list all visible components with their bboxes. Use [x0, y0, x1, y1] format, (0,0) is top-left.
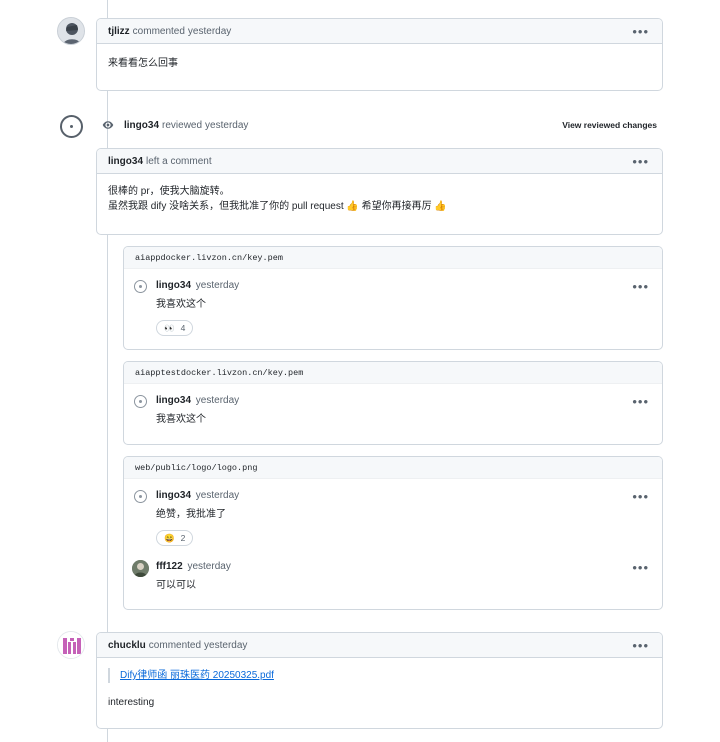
review-time[interactable]: yesterday [205, 120, 248, 131]
thread-comment-author[interactable]: lingo34 [156, 490, 191, 501]
view-reviewed-changes-button[interactable]: View reviewed changes [562, 120, 657, 130]
comment-time[interactable]: yesterday [188, 26, 231, 37]
review-comment-line: 虽然我跟 dify 没啥关系，但我批准了你的 pull request 👍 希望… [108, 201, 447, 212]
kebab-horizontal-icon[interactable]: ••• [632, 25, 649, 38]
comment-dot-icon [134, 395, 147, 408]
avatar-tjlizz[interactable] [57, 17, 85, 45]
comment-body: 来看看怎么回事 [108, 58, 178, 69]
avatar-chucklu[interactable] [57, 631, 85, 659]
kebab-horizontal-icon[interactable]: ••• [632, 395, 649, 408]
review-thread-comment: fff122 yesterday 可以可以 ••• [124, 552, 662, 599]
review-thread-comment: lingo34 yesterday 绝赞，我批准了 😄 2 ••• [124, 479, 662, 552]
reaction-button[interactable]: 😄 2 [156, 530, 194, 546]
comment-time[interactable]: yesterday [204, 640, 247, 651]
review-event-row: lingo34 reviewed yesterday View reviewed… [101, 116, 663, 134]
file-path[interactable]: aiappdocker.livzon.cn/key.pem [124, 247, 662, 269]
timeline-line [107, 0, 108, 742]
reaction-count: 4 [180, 323, 186, 333]
reaction-emoji: 😄 [164, 532, 175, 543]
file-path[interactable]: aiapptestdocker.livzon.cn/key.pem [124, 362, 662, 384]
thread-comment-text: 我喜欢这个 [156, 299, 206, 310]
comment-body: Dify律师函 丽珠医药 20250325.pdf interesting [97, 658, 662, 722]
eye-icon [102, 119, 114, 131]
avatar-fff122[interactable] [132, 560, 149, 577]
thread-comment-text: 可以可以 [156, 580, 196, 591]
kebab-horizontal-icon[interactable]: ••• [632, 280, 649, 293]
comment-dot-icon [134, 280, 147, 293]
review-comment-action: left a comment [146, 155, 212, 167]
review-thread-comment: lingo34 yesterday 我喜欢这个 👀 4 ••• [124, 269, 662, 342]
comment-action: commented [132, 25, 185, 37]
review-thread-comment: lingo34 yesterday 我喜欢这个 ••• [124, 384, 662, 433]
reaction-emoji: 👀 [164, 322, 175, 333]
kebab-horizontal-icon[interactable]: ••• [632, 639, 649, 652]
reaction-count: 2 [180, 533, 186, 543]
comment-text: interesting [108, 697, 155, 708]
review-thread: aiapptestdocker.livzon.cn/key.pem lingo3… [123, 361, 663, 445]
comment-card-tjlizz: tjlizz commented yesterday ••• 来看看怎么回事 [96, 18, 663, 91]
review-comment-line: 很棒的 pr，使我大脑旋转。 [108, 186, 230, 197]
thread-comment-time[interactable]: yesterday [196, 395, 239, 406]
thread-comment-time[interactable]: yesterday [196, 490, 239, 501]
thread-comment-author[interactable]: fff122 [156, 561, 183, 572]
thread-comment-text: 绝赞，我批准了 [156, 509, 226, 520]
kebab-horizontal-icon[interactable]: ••• [632, 490, 649, 503]
file-path[interactable]: web/public/logo/logo.png [124, 457, 662, 479]
comment-header: chucklu commented yesterday ••• [97, 633, 662, 658]
review-comment-header: lingo34 left a comment ••• [97, 149, 662, 174]
attachment-link[interactable]: Dify律师函 丽珠医药 20250325.pdf [120, 670, 274, 681]
thread-comment-time[interactable]: yesterday [196, 280, 239, 291]
kebab-horizontal-icon[interactable]: ••• [632, 155, 649, 168]
comment-author[interactable]: tjlizz [108, 26, 130, 37]
review-comment-body: 很棒的 pr，使我大脑旋转。 虽然我跟 dify 没啥关系，但我批准了你的 pu… [97, 174, 662, 226]
thread-comment-time[interactable]: yesterday [187, 561, 230, 572]
review-badge-icon [60, 115, 83, 138]
review-comment-author[interactable]: lingo34 [108, 156, 143, 167]
identicon-image [58, 632, 84, 658]
thread-comment-author[interactable]: lingo34 [156, 280, 191, 291]
review-action: reviewed [162, 119, 203, 131]
comment-card-chucklu: chucklu commented yesterday ••• Dify律师函 … [96, 632, 663, 729]
comment-author[interactable]: chucklu [108, 640, 146, 651]
review-comment-card: lingo34 left a comment ••• 很棒的 pr，使我大脑旋转… [96, 148, 663, 235]
review-thread: web/public/logo/logo.png lingo34 yesterd… [123, 456, 663, 610]
blockquote: Dify律师函 丽珠医药 20250325.pdf [108, 668, 651, 683]
thread-comment-text: 我喜欢这个 [156, 414, 206, 425]
comment-action: commented [148, 639, 202, 651]
thread-comment-author[interactable]: lingo34 [156, 395, 191, 406]
review-thread: aiappdocker.livzon.cn/key.pem lingo34 ye… [123, 246, 663, 350]
kebab-horizontal-icon[interactable]: ••• [632, 561, 649, 574]
reaction-button[interactable]: 👀 4 [156, 320, 194, 336]
comment-dot-icon [134, 490, 147, 503]
comment-header: tjlizz commented yesterday ••• [97, 19, 662, 44]
avatar-image [58, 18, 84, 44]
review-author[interactable]: lingo34 [124, 120, 159, 131]
